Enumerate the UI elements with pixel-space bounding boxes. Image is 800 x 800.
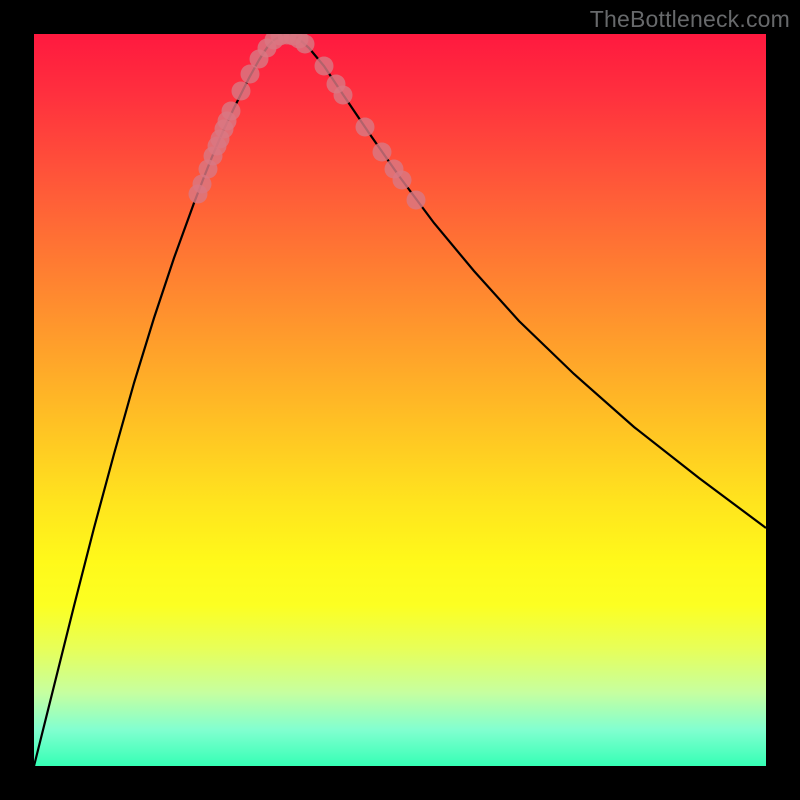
bottleneck-curve: [34, 35, 766, 766]
watermark-text: TheBottleneck.com: [590, 6, 790, 33]
data-marker: [232, 82, 251, 101]
chart-plot-area: [34, 34, 766, 766]
chart-svg: [34, 34, 766, 766]
chart-frame: TheBottleneck.com: [0, 0, 800, 800]
data-marker: [356, 118, 375, 137]
data-marker: [334, 86, 353, 105]
data-marker: [315, 57, 334, 76]
data-markers: [189, 34, 426, 210]
data-marker: [393, 171, 412, 190]
data-marker: [296, 35, 315, 54]
data-marker: [373, 143, 392, 162]
data-marker: [407, 191, 426, 210]
data-marker: [222, 102, 241, 121]
